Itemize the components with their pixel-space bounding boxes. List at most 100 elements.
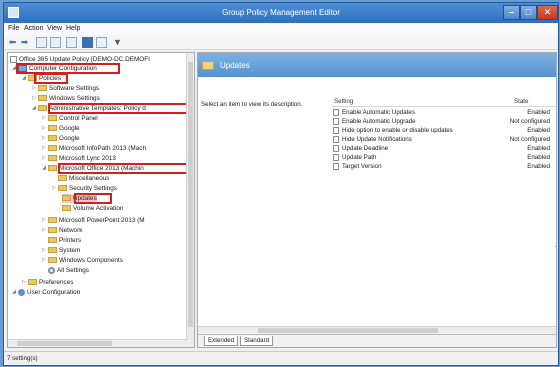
- tree-volume-activation[interactable]: Volume Activation: [62, 204, 123, 213]
- scroll-thumb[interactable]: [188, 62, 193, 327]
- tree-powerpoint[interactable]: ▷ Microsoft PowerPoint 2013 (M: [42, 216, 145, 225]
- menu-bar: File Action View Help: [4, 23, 558, 35]
- folder-icon: [38, 95, 47, 101]
- folder-icon: [48, 155, 57, 161]
- maximize-button[interactable]: □: [520, 5, 537, 20]
- tree-security-settings[interactable]: ▷ Security Settings: [52, 184, 117, 193]
- folder-icon: [48, 165, 57, 171]
- scroll-thumb[interactable]: [258, 328, 438, 333]
- up-folder-icon[interactable]: [36, 37, 47, 48]
- highlight-administrative-templates: [48, 103, 188, 114]
- table-row[interactable]: Update Deadline Enabled: [332, 144, 556, 153]
- tab-standard[interactable]: Standard: [240, 336, 274, 346]
- highlight-policies: [34, 73, 68, 84]
- folder-icon: [62, 195, 71, 201]
- tree-google-1[interactable]: ▷ Google: [42, 124, 80, 133]
- menu-help[interactable]: Help: [66, 25, 80, 32]
- folder-icon: [28, 279, 37, 285]
- policy-setting-icon: [333, 154, 339, 161]
- description-text: Select an item to view its description.: [201, 101, 303, 108]
- tree-user-configuration[interactable]: ◢ User Configuration: [12, 288, 80, 297]
- export-list-icon[interactable]: [66, 37, 77, 48]
- tree-printers[interactable]: Printers: [42, 236, 81, 245]
- table-row[interactable]: Enable Automatic Updates Enabled: [332, 108, 556, 117]
- tree-software-settings[interactable]: ▷ Software Settings: [32, 84, 99, 93]
- policy-setting-icon: [333, 145, 339, 152]
- table-row[interactable]: Hide Update Notifications Not configured: [332, 135, 556, 144]
- folder-icon: [202, 61, 214, 70]
- caret-left-icon: ◀: [555, 243, 556, 250]
- user-icon: [18, 289, 25, 296]
- highlight-office-2013: [58, 163, 188, 174]
- details-header: Updates: [198, 53, 556, 77]
- folder-icon: [38, 105, 47, 111]
- title-bar: Group Policy Management Editor – □ ✕: [4, 3, 558, 23]
- tree-preferences[interactable]: ▷ Preferences: [22, 278, 73, 287]
- show-hide-tree-icon[interactable]: [50, 37, 61, 48]
- tree-system[interactable]: ▷ System: [42, 246, 80, 255]
- tree-google-2[interactable]: ▷ Google: [42, 134, 80, 143]
- folder-icon: [48, 257, 57, 263]
- folder-icon: [38, 85, 47, 91]
- view-tabs: Extended Standard: [198, 334, 556, 347]
- menu-action[interactable]: Action: [24, 25, 43, 32]
- policy-setting-icon: [333, 109, 339, 116]
- folder-icon: [48, 237, 57, 243]
- tree-vertical-scrollbar[interactable]: [186, 53, 194, 347]
- window-title: Group Policy Management Editor: [222, 8, 340, 17]
- tree-horizontal-scrollbar[interactable]: [8, 339, 188, 347]
- gpo-icon: [10, 56, 17, 63]
- filter-icon[interactable]: ▼: [112, 37, 123, 48]
- folder-icon: [48, 227, 57, 233]
- folder-icon: [62, 205, 71, 211]
- tree-infopath[interactable]: ▷ Microsoft InfoPath 2013 (Mach: [42, 144, 146, 153]
- policy-setting-icon: [333, 163, 339, 170]
- header-divider: [332, 106, 556, 107]
- table-row[interactable]: Update Path Enabled: [332, 153, 556, 162]
- table-row[interactable]: Enable Automatic Upgrade Not configured: [332, 117, 556, 126]
- menu-view[interactable]: View: [47, 25, 62, 32]
- highlight-updates: [74, 193, 112, 204]
- column-header-setting[interactable]: Setting: [334, 97, 353, 106]
- tree-control-panel[interactable]: ▷ Control Panel: [42, 114, 98, 123]
- folder-icon: [48, 115, 57, 121]
- policy-setting-icon: [333, 127, 339, 134]
- help-icon[interactable]: [82, 37, 93, 48]
- tree-lync[interactable]: ▷ Microsoft Lync 2013: [42, 154, 116, 163]
- folder-icon: [48, 135, 57, 141]
- details-horizontal-scrollbar[interactable]: [198, 326, 556, 334]
- tree-windows-settings[interactable]: ▷ Windows Settings: [32, 94, 100, 103]
- tree-network[interactable]: ▷ Network: [42, 226, 82, 235]
- gpme-window: Group Policy Management Editor – □ ✕ Fil…: [3, 2, 559, 366]
- folder-icon: [58, 175, 67, 181]
- table-row[interactable]: Target Version Enabled: [332, 162, 556, 171]
- tree-pane: Office 365 Update Policy [DEMO-DC.DEMOFI…: [7, 52, 195, 348]
- folder-icon: [48, 145, 57, 151]
- policy-setting-icon: [333, 136, 339, 143]
- highlight-computer-configuration: [16, 63, 120, 74]
- forward-arrow-icon[interactable]: ➡: [19, 37, 30, 48]
- details-pane: Updates Select an item to view its descr…: [197, 52, 557, 348]
- folder-icon: [48, 217, 57, 223]
- column-header-state[interactable]: State: [514, 97, 528, 106]
- menu-file[interactable]: File: [8, 25, 19, 32]
- folder-icon: [48, 247, 57, 253]
- folder-icon: [48, 125, 57, 131]
- tree-all-settings[interactable]: All Settings: [48, 266, 89, 275]
- minimize-button[interactable]: –: [503, 5, 520, 20]
- close-button[interactable]: ✕: [537, 5, 558, 20]
- tree-miscellaneous[interactable]: Miscellaneous: [52, 174, 110, 183]
- policy-setting-icon: [333, 118, 339, 125]
- all-settings-icon: [48, 267, 55, 274]
- table-row[interactable]: Hide option to enable or disable updates…: [332, 126, 556, 135]
- scroll-thumb[interactable]: [17, 341, 112, 346]
- folder-icon: [58, 185, 67, 191]
- back-arrow-icon[interactable]: ⬅: [7, 37, 18, 48]
- toolbar: ⬅ ➡ ▼: [4, 35, 558, 50]
- tab-extended[interactable]: Extended: [204, 336, 239, 346]
- details-title: Updates: [220, 61, 250, 70]
- tree-windows-components[interactable]: ▷ Windows Components: [42, 256, 123, 265]
- status-text: 7 setting(s): [7, 355, 38, 362]
- properties-icon[interactable]: [96, 37, 107, 48]
- status-bar: 7 setting(s): [4, 351, 558, 365]
